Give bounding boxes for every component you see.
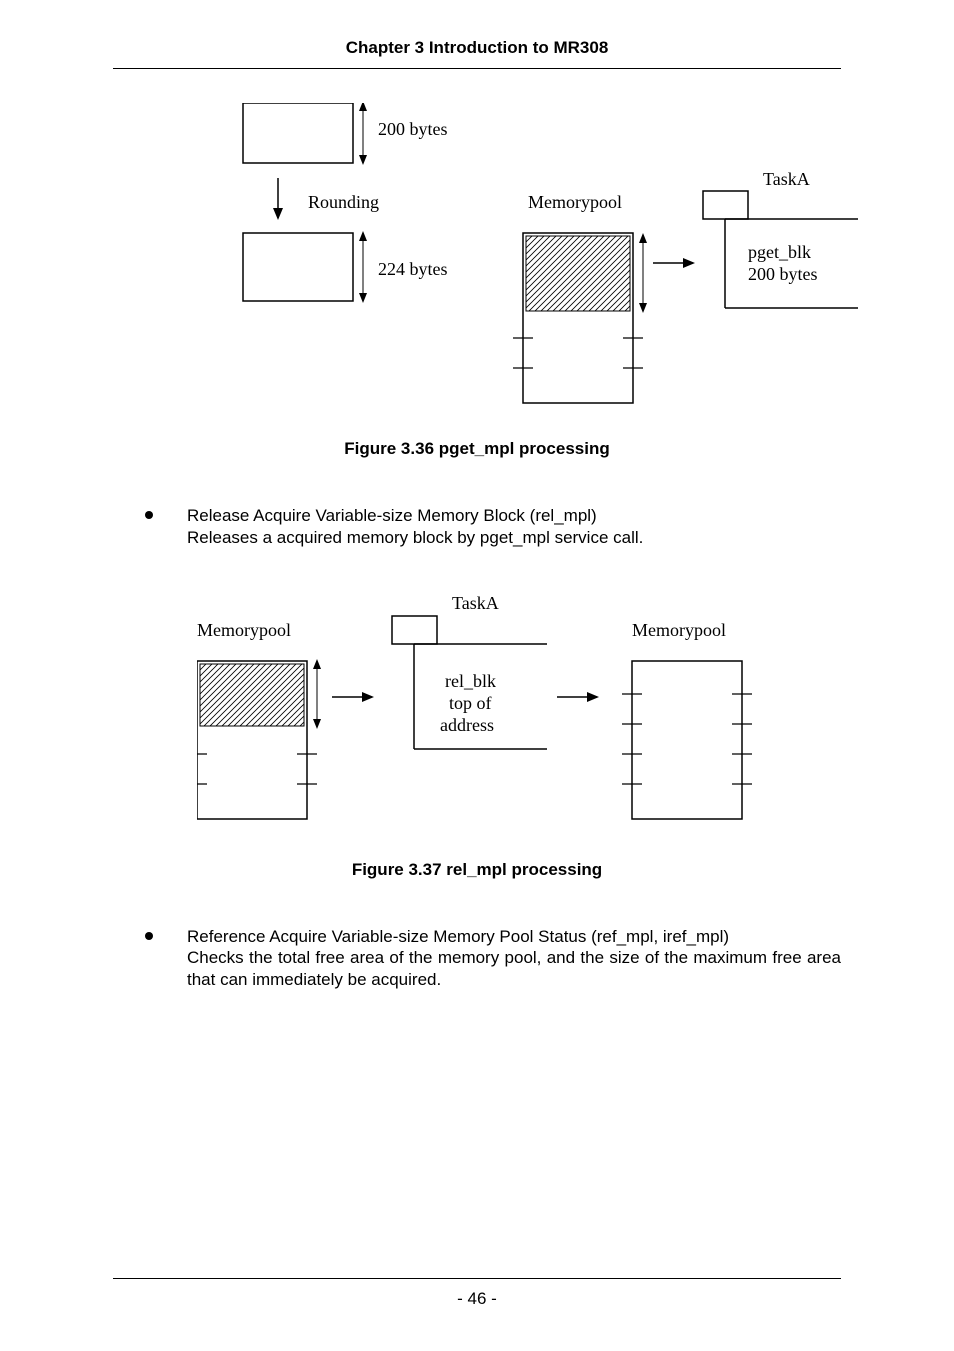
chapter-title: Chapter 3 Introduction to MR308	[113, 38, 841, 68]
bullet-ref-mpl-title: Reference Acquire Variable-size Memory P…	[187, 927, 729, 946]
bullet-rel-mpl: Release Acquire Variable-size Memory Blo…	[163, 505, 841, 549]
label-top-of: top of	[449, 693, 492, 713]
label-rel-blk: rel_blk	[445, 671, 496, 691]
figure-3-37: Memorypool TaskA rel_blk top of address …	[167, 589, 787, 824]
figure-3-36: 200 bytes Rounding 224 bytes Memorypool	[233, 103, 873, 413]
label-taska-37: TaskA	[452, 593, 499, 613]
footer-rule	[113, 1278, 841, 1279]
bullet-ref-mpl-desc: Checks the total free area of the memory…	[187, 948, 841, 989]
figure-3-36-caption: Figure 3.36 pget_mpl processing	[113, 439, 841, 459]
bullet-rel-mpl-title: Release Acquire Variable-size Memory Blo…	[187, 506, 597, 525]
page-number: - 46 -	[113, 1289, 841, 1309]
bullet-list-1: Release Acquire Variable-size Memory Blo…	[113, 505, 841, 549]
label-200-bytes: 200 bytes	[378, 119, 448, 139]
header-rule	[113, 68, 841, 69]
label-taska-36: TaskA	[763, 169, 810, 189]
bullet-rel-mpl-desc: Releases a acquired memory block by pget…	[187, 528, 643, 547]
label-pget-blk: pget_blk	[748, 242, 811, 262]
figure-3-37-caption: Figure 3.37 rel_mpl processing	[113, 860, 841, 880]
label-memorypool-37-left: Memorypool	[197, 620, 291, 640]
label-address: address	[440, 715, 494, 735]
bullet-list-2: Reference Acquire Variable-size Memory P…	[113, 926, 841, 991]
bullet-ref-mpl: Reference Acquire Variable-size Memory P…	[163, 926, 841, 991]
label-memorypool-37-right: Memorypool	[632, 620, 726, 640]
label-memorypool-36: Memorypool	[528, 192, 622, 212]
label-pget-blk-bytes: 200 bytes	[748, 264, 818, 284]
label-rounding: Rounding	[308, 192, 379, 212]
label-224-bytes: 224 bytes	[378, 259, 448, 279]
